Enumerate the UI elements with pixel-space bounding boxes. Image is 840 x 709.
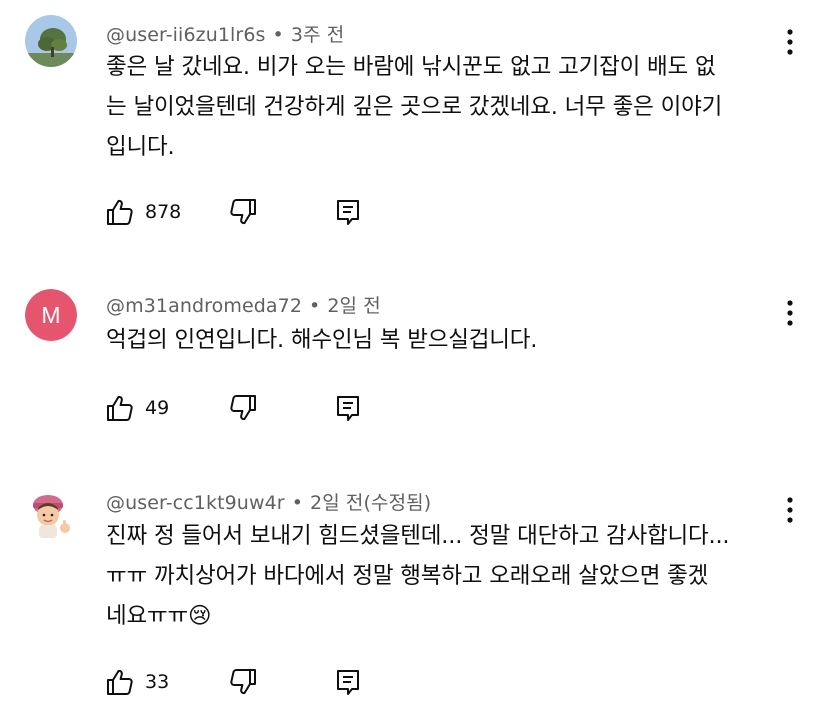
reply-button[interactable] — [333, 664, 363, 700]
thumbs-up-icon — [107, 669, 133, 695]
comment-text: 좋은 날 갔네요. 비가 오는 바람에 낚시꾼도 없고 고기잡이 배도 없 는 … — [106, 47, 786, 167]
thumbs-up-icon — [107, 395, 133, 421]
crying-face-icon: 😢 — [188, 603, 212, 629]
meta-separator: • — [291, 492, 303, 514]
like-count: 33 — [145, 671, 170, 693]
like-button[interactable]: 49 — [105, 390, 169, 426]
meta-separator: • — [309, 295, 321, 317]
comment-text: 진짜 정 들어서 보내기 힘드셨을텐데... 정말 대단하고 감사합니다... … — [106, 516, 786, 636]
comment-author[interactable]: @user-cc1kt9uw4r — [106, 492, 285, 514]
like-button[interactable]: 878 — [105, 194, 181, 230]
thumbs-up-icon — [107, 199, 133, 225]
thumbs-down-icon — [230, 669, 256, 695]
thumbs-down-icon — [230, 199, 256, 225]
memoji-avatar-image — [25, 488, 77, 540]
reply-button[interactable] — [333, 194, 363, 230]
comment-text-line: 진짜 정 들어서 보내기 힘드셨을텐데... 정말 대단하고 감사합니다... — [106, 523, 730, 549]
comment-text-fragment: 네요ㅠㅠ — [106, 603, 189, 629]
comment-meta: @user-cc1kt9uw4r • 2일 전(수정됨) — [106, 488, 431, 515]
dislike-button[interactable] — [228, 194, 258, 230]
avatar[interactable] — [25, 15, 77, 67]
comment-timestamp[interactable]: 3주 전 — [291, 24, 345, 46]
meta-separator: • — [272, 24, 284, 46]
comment-text-line: 좋은 날 갔네요. 비가 오는 바람에 낚시꾼도 없고 고기잡이 배도 없 — [106, 54, 716, 80]
reply-button[interactable] — [333, 390, 363, 426]
reply-comment-icon — [337, 200, 359, 225]
like-count: 878 — [145, 201, 182, 223]
comment-meta: @user-ii6zu1lr6s • 3주 전 — [106, 20, 344, 47]
comment-text-line: 억겁의 인연입니다. 해수인님 복 받으실겁니다. — [106, 327, 538, 353]
avatar[interactable]: M — [25, 289, 77, 341]
dislike-button[interactable] — [228, 390, 258, 426]
dislike-button[interactable] — [228, 664, 258, 700]
comment-author[interactable]: @user-ii6zu1lr6s — [106, 24, 266, 46]
like-count: 49 — [145, 397, 170, 419]
comment-text: 억겁의 인연입니다. 해수인님 복 받으실겁니다. — [106, 320, 786, 360]
avatar-letter: M — [41, 302, 60, 328]
comment-meta: @m31andromeda72 • 2일 전 — [106, 291, 381, 318]
comment-author[interactable]: @m31andromeda72 — [106, 295, 302, 317]
reply-comment-icon — [337, 670, 359, 695]
comment-text-line: 입니다. — [106, 134, 175, 160]
tree-photo-avatar-image — [25, 15, 77, 67]
comment-timestamp[interactable]: 2일 전 — [327, 295, 381, 317]
comment-text-line: 는 날이었을텐데 건강하게 깊은 곳으로 갔겠네요. 너무 좋은 이야기 — [106, 94, 723, 120]
thumbs-down-icon — [230, 395, 256, 421]
comment-timestamp[interactable]: 2일 전(수정됨) — [310, 492, 431, 514]
avatar[interactable] — [25, 488, 77, 540]
comments-list: @user-ii6zu1lr6s • 3주 전 좋은 날 갔네요. 비가 오는 바람… — [0, 0, 840, 709]
comment-text-line: 네요ㅠㅠ😢 — [106, 596, 786, 636]
letter-avatar-image: M — [25, 289, 77, 341]
like-button[interactable]: 33 — [105, 664, 169, 700]
comment-text-line: ㅠㅠ 까치상어가 바다에서 정말 행복하고 오래오래 살았으면 좋겠 — [106, 563, 709, 589]
reply-comment-icon — [337, 396, 359, 421]
